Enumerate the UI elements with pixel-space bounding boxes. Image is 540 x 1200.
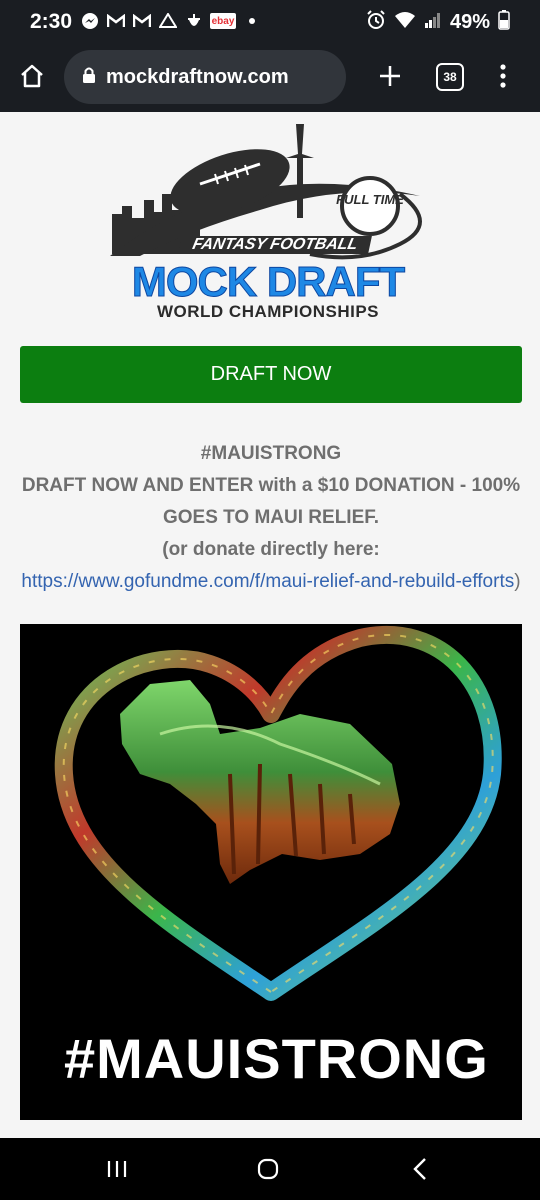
notification-icons: ebay (80, 11, 262, 31)
home-nav-button[interactable] (248, 1152, 288, 1186)
plus-icon (380, 66, 400, 86)
recent-apps-button[interactable] (97, 1152, 137, 1186)
gofundme-link[interactable]: https://www.gofundme.com/f/maui-relief-a… (21, 571, 514, 592)
address-bar[interactable]: mockdraftnow.com (64, 50, 346, 104)
mauistrong-banner: #MAUISTRONG (20, 624, 522, 1120)
lock-icon (82, 66, 96, 89)
kebab-menu-icon (500, 64, 506, 88)
wifi-icon (394, 11, 416, 34)
dot-icon (242, 11, 262, 31)
acorn-icon (184, 11, 204, 31)
url-text: mockdraftnow.com (106, 65, 289, 88)
logo-line-fantasy: FANTASY FOOTBALL (178, 236, 372, 254)
gmail-icon (106, 11, 126, 31)
system-icons: 49% (366, 10, 510, 35)
new-tab-button[interactable] (372, 58, 408, 94)
donation-line-2: (or donate directly here: (162, 539, 380, 560)
web-page: FULL TIME FANTASY FOOTBALL MOCK DRAFT WO… (0, 112, 540, 1138)
drive-icon (158, 11, 178, 31)
battery-percent: 49% (449, 11, 490, 33)
system-nav-bar (0, 1138, 540, 1200)
alarm-icon (366, 10, 386, 35)
donation-line-1: DRAFT NOW AND ENTER with a $10 DONATION … (21, 475, 521, 528)
banner-hashtag: #MAUISTRONG (64, 1027, 489, 1090)
battery-icon (498, 10, 510, 35)
logo-line-world: WORLD CHAMPIONSHIPS (157, 302, 379, 321)
donation-hashtag: #MAUISTRONG (200, 443, 342, 464)
home-icon (21, 64, 43, 88)
donation-close: ) (514, 571, 521, 592)
home-circle-icon (257, 1158, 279, 1180)
draft-now-button[interactable]: DRAFT NOW (20, 346, 522, 403)
home-button[interactable] (14, 58, 50, 94)
logo-line-mock-draft: MOCK DRAFT (131, 258, 405, 306)
signal-icon (424, 11, 442, 34)
ebay-icon: ebay (210, 13, 236, 29)
back-chevron-icon (413, 1158, 426, 1180)
status-bar: 2:30 ebay 49% (0, 0, 540, 44)
logo-badge-text: FULL TIME (336, 192, 404, 207)
site-logo[interactable]: FULL TIME FANTASY FOOTBALL MOCK DRAFT WO… (100, 114, 440, 328)
messenger-icon (80, 11, 100, 31)
more-options-button[interactable] (488, 58, 518, 94)
donation-text: #MAUISTRONG DRAFT NOW AND ENTER with a $… (20, 438, 522, 598)
recents-icon (107, 1161, 127, 1177)
back-button[interactable] (400, 1152, 440, 1186)
status-time: 2:30 (30, 10, 73, 33)
gmail-icon (132, 11, 152, 31)
browser-toolbar: mockdraftnow.com 38 (0, 44, 540, 112)
tab-switcher-button[interactable]: 38 (436, 63, 464, 91)
